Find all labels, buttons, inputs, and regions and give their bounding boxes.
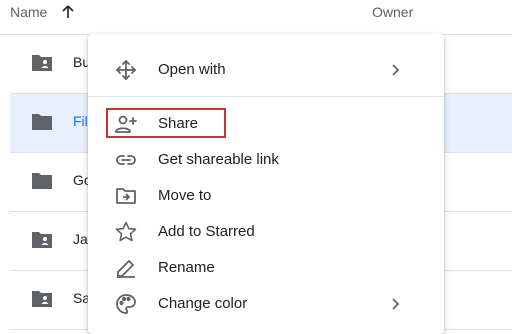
menu-item-label: Rename xyxy=(158,259,215,276)
menu-item-add-to-starred[interactable]: Add to Starred xyxy=(88,214,444,250)
name-column-header[interactable]: Name xyxy=(10,4,47,20)
link-icon xyxy=(114,148,138,172)
menu-item-label: Open with xyxy=(158,61,226,78)
shared-folder-icon xyxy=(30,53,54,73)
menu-divider xyxy=(88,96,444,97)
folder-icon xyxy=(30,112,54,132)
menu-item-open-with[interactable]: Open with xyxy=(88,52,444,88)
file-name: Ja xyxy=(73,231,88,247)
shared-folder-icon xyxy=(30,230,54,250)
chevron-right-icon xyxy=(388,294,404,314)
sort-arrow-up-icon[interactable] xyxy=(60,4,76,20)
share-highlight-box xyxy=(106,108,226,138)
context-menu: Open with Share Get shareable link Move … xyxy=(88,34,444,334)
owner-column-header[interactable]: Owner xyxy=(372,4,413,20)
menu-item-label: Move to xyxy=(158,187,212,204)
palette-icon xyxy=(114,292,138,316)
file-list-header: Name Owner xyxy=(0,0,512,35)
folder-icon xyxy=(30,171,54,191)
pencil-icon xyxy=(114,256,138,280)
menu-item-label: Add to Starred xyxy=(158,223,255,240)
menu-item-label: Change color xyxy=(158,295,248,312)
move-to-folder-icon xyxy=(114,184,138,208)
menu-item-rename[interactable]: Rename xyxy=(88,250,444,286)
move-arrows-icon xyxy=(114,58,138,82)
star-icon xyxy=(114,220,138,244)
menu-item-move-to[interactable]: Move to xyxy=(88,178,444,214)
file-name: Fil xyxy=(73,113,88,129)
menu-item-get-shareable-link[interactable]: Get shareable link xyxy=(88,142,444,178)
menu-item-label: Get shareable link xyxy=(158,151,279,168)
chevron-right-icon xyxy=(388,60,404,80)
shared-folder-icon xyxy=(30,289,54,309)
